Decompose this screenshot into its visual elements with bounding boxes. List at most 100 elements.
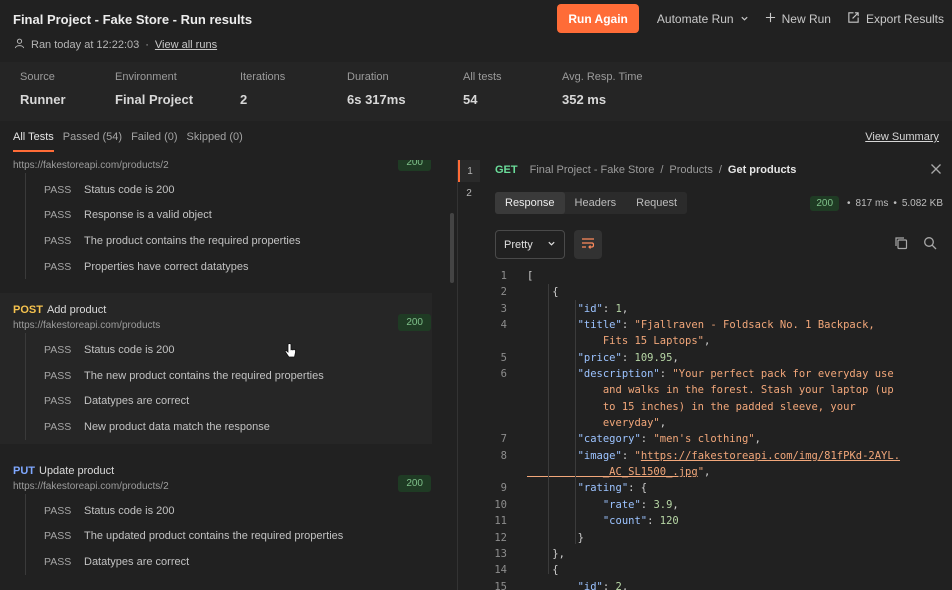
- breadcrumb-current: Get products: [727, 164, 797, 176]
- test-result: PASS Properties have correct datatypes: [26, 254, 440, 280]
- status-badge: 200: [810, 196, 840, 211]
- wrap-lines-icon: [581, 237, 595, 252]
- test-result: PASS Datatypes are correct: [26, 389, 432, 415]
- new-run-button[interactable]: New Run: [765, 12, 831, 26]
- stat-iterations: Iterations 2: [240, 71, 285, 107]
- tab-passed[interactable]: Passed (54): [63, 131, 122, 143]
- iteration-tab[interactable]: 1: [458, 160, 480, 182]
- request-method: PUT: [13, 464, 35, 477]
- copy-icon[interactable]: [894, 236, 908, 253]
- test-name: The new product contains the required pr…: [84, 369, 324, 382]
- code-line: 14 {: [494, 564, 559, 577]
- stat-label: All tests: [463, 71, 502, 83]
- code-line: 10 "rate": 3.9,: [494, 498, 679, 511]
- response-size: 5.082 KB: [901, 198, 943, 209]
- breadcrumb-separator: /: [660, 164, 664, 176]
- code-line: 5 "price": 109.95,: [500, 351, 679, 364]
- run-time: Ran today at 12:22:03: [31, 39, 140, 51]
- stat-value: 54: [463, 92, 478, 107]
- test-result: PASS The product contains the required pr…: [26, 228, 440, 254]
- request-result[interactable]: POST Add product https://fakestoreapi.com…: [0, 293, 432, 444]
- detail-tabs: Response Headers Request: [495, 192, 688, 214]
- test-name: Datatypes are correct: [84, 395, 190, 408]
- tab-response[interactable]: Response: [495, 192, 565, 214]
- code-line: 12 }: [494, 531, 584, 544]
- request-name: Add product: [46, 304, 107, 317]
- view-summary-link[interactable]: View Summary: [865, 131, 939, 143]
- close-icon[interactable]: [930, 162, 942, 178]
- code-line: Fits 15 Laptops",: [527, 335, 711, 348]
- stat-duration: Duration 6s 317ms: [347, 71, 406, 107]
- test-name: New product data match the response: [84, 420, 270, 433]
- request-url: https://fakestoreapi.com/products/2: [13, 160, 169, 171]
- code-line: to 15 inches) in the padded sleeve, your: [527, 400, 856, 413]
- results-scrollbar[interactable]: [450, 213, 454, 283]
- tab-skipped[interactable]: Skipped (0): [187, 131, 243, 143]
- test-list: PASS Status code is 200 PASS The new produ…: [25, 333, 432, 440]
- format-select[interactable]: Pretty: [495, 230, 565, 259]
- stat-label: Iterations: [240, 71, 286, 83]
- dot-separator: •: [893, 198, 897, 209]
- stat-value: 2: [240, 92, 248, 107]
- test-name: Datatypes are correct: [84, 555, 190, 568]
- code-line: 15 "id": 2,: [494, 580, 629, 590]
- meta-separator: ·: [145, 39, 149, 51]
- pass-label: PASS: [44, 395, 72, 408]
- pass-label: PASS: [44, 183, 72, 196]
- code-line: _AC_SL1500_.jpg",: [527, 466, 711, 479]
- status-badge: 200: [398, 474, 431, 492]
- request-header[interactable]: https://fakestoreapi.com/products/2 200: [0, 160, 440, 173]
- stat-value: Final Project: [115, 92, 194, 107]
- code-line: everyday",: [527, 417, 667, 430]
- search-icon[interactable]: [923, 236, 937, 253]
- code-line: 8 "image": "https://fakestoreapi.com/img…: [500, 449, 901, 462]
- stat-label: Environment: [115, 71, 177, 83]
- request-result[interactable]: https://fakestoreapi.com/products/2 200 …: [0, 160, 440, 280]
- stat-value: 352 ms: [562, 92, 607, 107]
- test-result: PASS Datatypes are correct: [26, 549, 440, 575]
- pass-label: PASS: [44, 420, 72, 433]
- view-all-runs-link[interactable]: View all runs: [155, 39, 217, 51]
- test-name: Status code is 200: [84, 183, 175, 196]
- automate-run-button[interactable]: Automate Run: [657, 12, 749, 26]
- format-select-label: Pretty: [504, 238, 533, 251]
- stat-environment: Environment Final Project: [115, 71, 193, 107]
- request-header[interactable]: POST Add product https://fakestoreapi.com…: [0, 293, 432, 333]
- iteration-tab[interactable]: 2: [458, 182, 480, 204]
- stat-source: Source Runner: [20, 71, 66, 107]
- code-line: 3 "id": 1,: [500, 302, 629, 315]
- export-icon: [847, 11, 860, 27]
- test-name: Status code is 200: [84, 344, 175, 357]
- test-list: PASS Status code is 200 PASS The updated p…: [25, 493, 440, 575]
- request-result[interactable]: PUT Update product https://fakestoreapi.c…: [0, 454, 440, 575]
- run-again-button[interactable]: Run Again: [557, 4, 639, 33]
- tab-all-tests[interactable]: All Tests: [13, 131, 54, 152]
- breadcrumb-folder[interactable]: Products: [669, 164, 712, 176]
- stat-avg-resp-time: Avg. Resp. Time 352 ms: [562, 71, 643, 107]
- tab-request[interactable]: Request: [626, 192, 687, 214]
- export-results-button[interactable]: Export Results: [847, 11, 944, 27]
- tab-headers[interactable]: Headers: [565, 192, 627, 214]
- pass-label: PASS: [44, 209, 72, 222]
- indent-guide: [575, 300, 576, 544]
- automate-run-label: Automate Run: [656, 11, 734, 26]
- hand-cursor-icon: [284, 343, 296, 358]
- wrap-lines-button[interactable]: [574, 230, 602, 259]
- test-list: PASS Status code is 200 PASS Response is a…: [25, 173, 440, 280]
- chevron-down-icon: [547, 239, 556, 251]
- run-stats: Source Runner Environment Final Project …: [0, 62, 952, 121]
- pass-label: PASS: [44, 234, 72, 247]
- request-header[interactable]: PUT Update product https://fakestoreapi.c…: [0, 454, 440, 494]
- code-line: 7 "category": "men's clothing",: [500, 433, 761, 446]
- response-body[interactable]: 1[ 2 { 3 "id": 1, 4 "title": "Fjallraven…: [480, 268, 952, 590]
- tab-failed[interactable]: Failed (0): [131, 131, 177, 143]
- pass-label: PASS: [44, 369, 72, 382]
- run-meta: Ran today at 12:22:03 · View all runs: [14, 38, 217, 52]
- test-result: PASS New product data match the response: [26, 414, 432, 440]
- pass-label: PASS: [44, 555, 72, 568]
- breadcrumb-collection[interactable]: Final Project - Fake Store: [530, 164, 655, 176]
- request-method: POST: [13, 304, 43, 317]
- status-badge: 200: [398, 314, 431, 332]
- test-name: The updated product contains the require…: [84, 530, 344, 543]
- request-url: https://fakestoreapi.com/products: [13, 320, 161, 332]
